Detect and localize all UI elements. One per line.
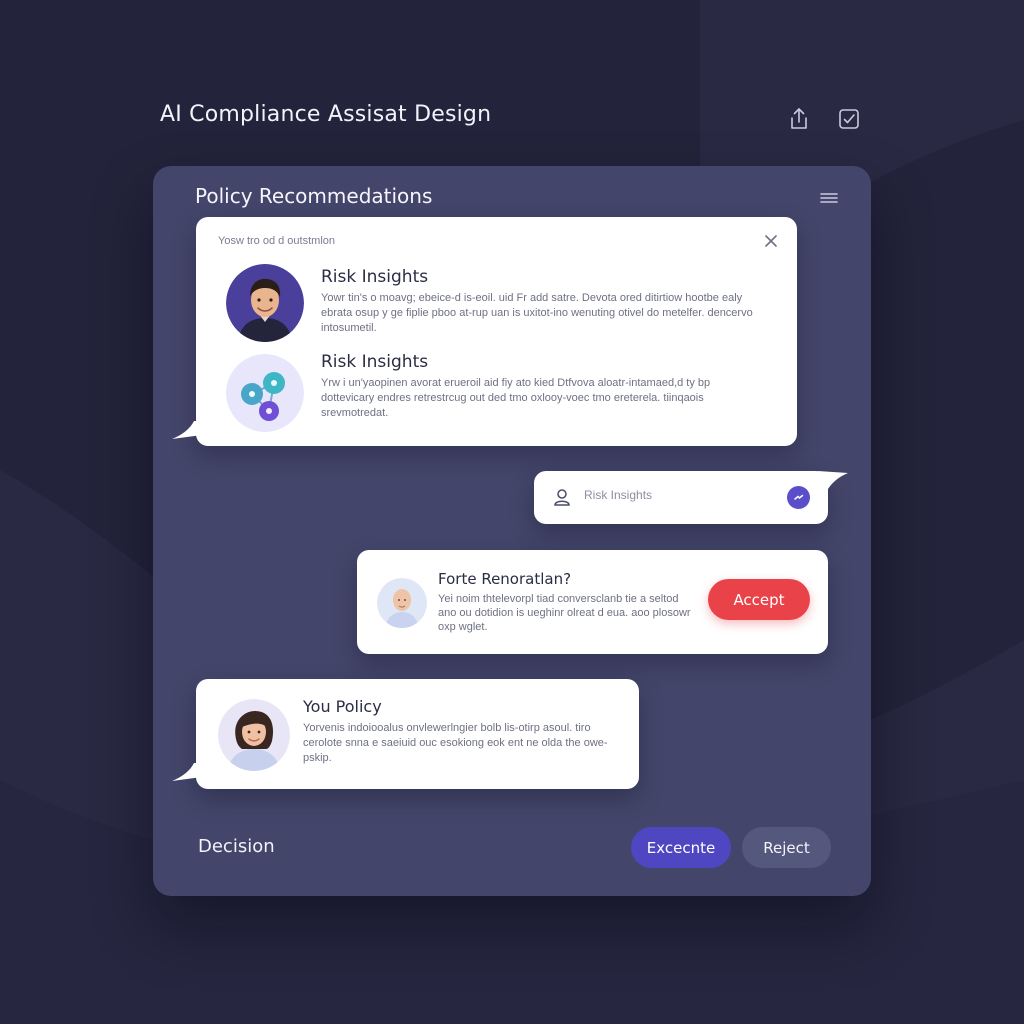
- bubble-tail: [818, 471, 848, 489]
- row-body: Yrw i un'yaopinen avorat erueroil aid fi…: [321, 377, 711, 419]
- row-title: Risk Insights: [321, 267, 429, 287]
- person-avatar: [377, 578, 427, 628]
- row-body: Yowr tin's o moavg; ebeice-d is-eoil. ui…: [321, 292, 753, 334]
- app-title: AI Compliance Assisat Design: [160, 102, 492, 127]
- close-icon[interactable]: [763, 233, 779, 249]
- policy-body: Yorvenis indoiooalus onvlewerlngier bolb…: [303, 722, 608, 764]
- decision-label: Decision: [198, 836, 275, 857]
- policy-card: You Policy Yorvenis indoiooalus onvlewer…: [172, 679, 639, 789]
- send-icon: [794, 494, 804, 500]
- accept-button[interactable]: Accept: [708, 579, 810, 620]
- share-icon[interactable]: [786, 106, 812, 132]
- woman-avatar: [218, 699, 290, 771]
- recommendation-title: Forte Renoratlan?: [438, 570, 572, 588]
- user-icon: [552, 487, 572, 507]
- reject-button[interactable]: Reject: [742, 827, 831, 868]
- card-subtitle: Yosw tro od d outstmlon: [218, 235, 335, 247]
- policy-panel: Policy Recommedations Yosw tro od d outs…: [153, 166, 871, 896]
- checkbox-icon[interactable]: [836, 106, 862, 132]
- policy-title: You Policy: [303, 697, 382, 716]
- recommendation-body: Yei noim thtelevorpl tiad conversclanb t…: [438, 593, 691, 633]
- man-avatar: [226, 264, 304, 342]
- network-icon: [226, 354, 304, 432]
- bubble-tail: [172, 763, 202, 781]
- bubble-tail: [172, 421, 202, 439]
- panel-title: Policy Recommedations: [195, 184, 433, 208]
- input-value[interactable]: Risk Insights: [584, 488, 652, 502]
- risk-insights-input[interactable]: Risk Insights: [534, 471, 848, 524]
- recommendation-card: Forte Renoratlan? Yei noim thtelevorpl t…: [357, 550, 828, 654]
- execute-button[interactable]: Excecnte: [631, 827, 731, 868]
- send-button[interactable]: [787, 486, 810, 509]
- row-title: Risk Insights: [321, 352, 429, 372]
- risk-insights-card: Yosw tro od d outstmlon Risk Insights Yo…: [172, 217, 797, 446]
- hamburger-menu-icon[interactable]: [819, 190, 839, 206]
